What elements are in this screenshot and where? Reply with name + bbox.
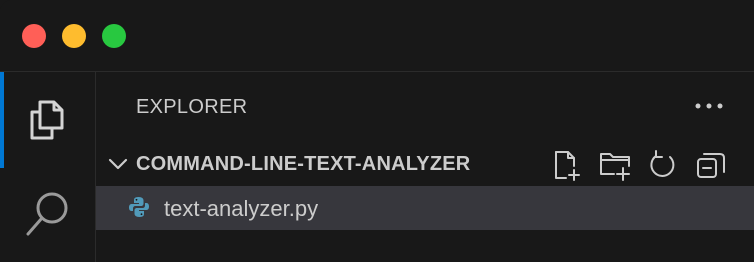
vscode-window: EXPLORER COMMAND-LINE-TEXT-ANALYZER text… [0, 0, 754, 262]
new-folder-icon[interactable] [598, 148, 632, 182]
file-row[interactable]: text-analyzer.py [96, 186, 754, 230]
ellipsis-icon[interactable] [694, 94, 726, 118]
file-name: text-analyzer.py [164, 196, 319, 221]
folder-name: COMMAND-LINE-TEXT-ANALYZER [136, 153, 471, 175]
new-file-icon[interactable] [550, 148, 584, 182]
maximize-window-button[interactable] [102, 24, 126, 48]
activity-bar [0, 72, 96, 262]
refresh-icon[interactable] [646, 148, 680, 182]
search-icon[interactable] [20, 186, 76, 242]
chevron-down-icon[interactable] [106, 152, 130, 176]
folder-actions [534, 148, 734, 182]
collapse-all-icon[interactable] [694, 148, 728, 182]
title-bar [0, 0, 754, 72]
explorer-title: EXPLORER [136, 96, 248, 118]
files-icon[interactable] [20, 92, 76, 148]
folder-row[interactable]: COMMAND-LINE-TEXT-ANALYZER [96, 144, 754, 184]
close-window-button[interactable] [22, 24, 46, 48]
active-indicator [0, 72, 4, 168]
explorer-sidebar: EXPLORER COMMAND-LINE-TEXT-ANALYZER text… [96, 72, 754, 262]
minimize-window-button[interactable] [62, 24, 86, 48]
python-icon [128, 196, 150, 218]
